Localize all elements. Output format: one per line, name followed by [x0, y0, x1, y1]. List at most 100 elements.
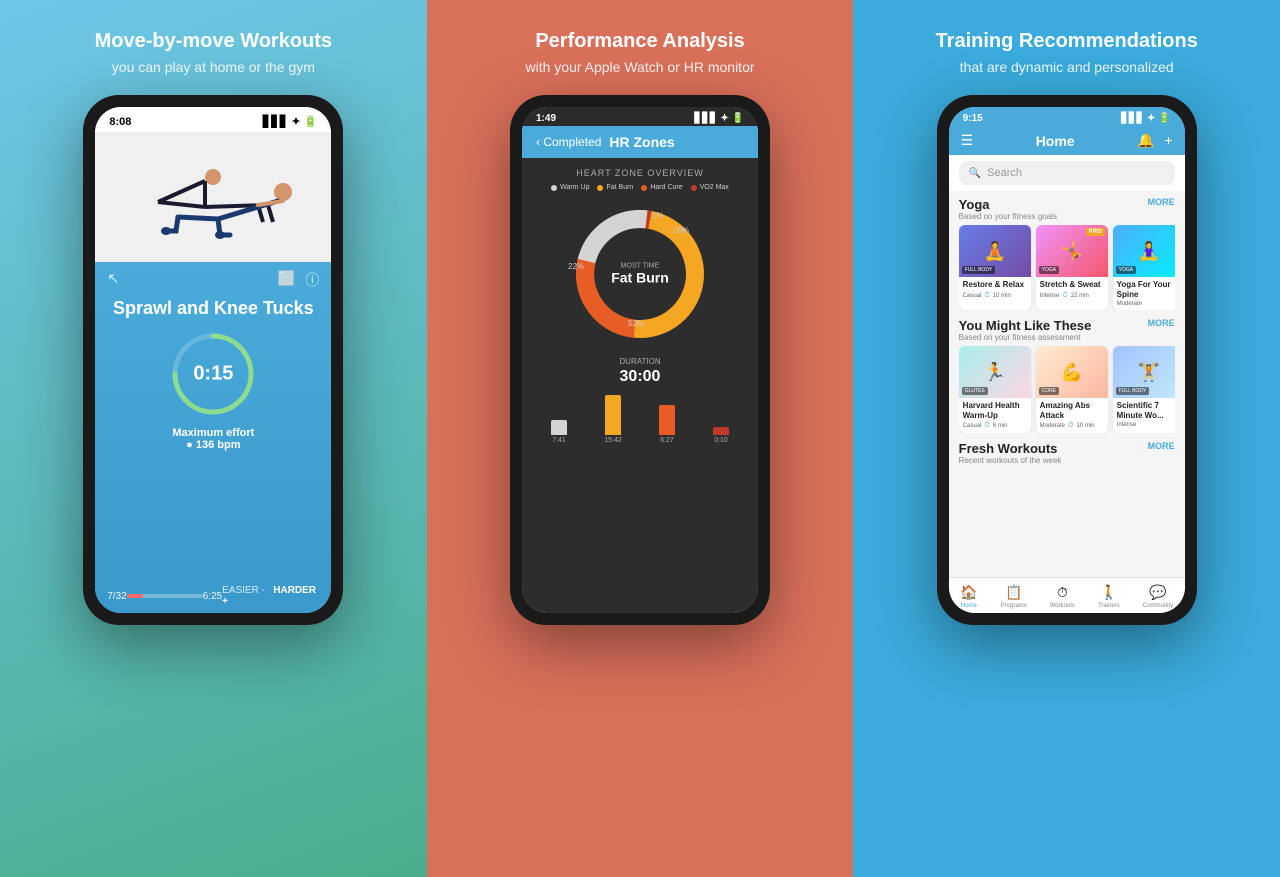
legend-hardcore: Hard Core: [641, 184, 682, 191]
duration-display: 6:25: [203, 591, 222, 602]
bar-hardcore-label: 6:27: [660, 437, 674, 444]
bar-fatburn: 15:42: [588, 395, 638, 444]
progress-fill: [127, 594, 144, 598]
card-harvard-time: 6 min: [993, 423, 1008, 429]
clock-icon-1: ⏱: [984, 292, 989, 300]
bar-vo2max-fill: [713, 427, 729, 435]
pct-52: 52%: [628, 319, 644, 328]
fresh-title: Fresh Workouts: [959, 441, 1062, 456]
bell-icon[interactable]: 🔔: [1137, 132, 1154, 149]
card-restore-meta: Casual ⏱ 10 min: [963, 292, 1027, 300]
fresh-section-header: Fresh Workouts Recent workouts of the we…: [959, 441, 1175, 465]
card-sci-level: Intense: [1117, 422, 1137, 428]
community-icon: 💬: [1149, 584, 1166, 601]
nav-workouts[interactable]: ⏱ Workouts: [1050, 584, 1075, 609]
bar-warmup-label: 7:41: [552, 437, 566, 444]
like-subtitle: Based on your fitness assessment: [959, 333, 1092, 342]
screen-title: HR Zones: [609, 134, 674, 150]
yoga-cards: 🧘 FULL BODY Restore & Relax Casual ⏱ 10 …: [959, 225, 1175, 310]
nav-community[interactable]: 💬 Community: [1143, 584, 1173, 609]
phone-2-body: HEART ZONE OVERVIEW Warm Up Fat Burn Har…: [522, 158, 758, 613]
hardcore-dot: [641, 185, 647, 191]
clock-icon-2: ⏱: [1062, 292, 1067, 300]
nav-community-label: Community: [1143, 603, 1173, 609]
card-stretch-tag: YOGA: [1039, 266, 1059, 274]
share-icon[interactable]: ⬜: [278, 270, 295, 290]
yoga-more[interactable]: MORE: [1148, 197, 1175, 207]
card-restore-tag: FULL BODY: [962, 266, 996, 274]
fresh-more[interactable]: MORE: [1148, 441, 1175, 451]
card-stretch-image: 🤸 PRO YOGA: [1036, 225, 1108, 277]
progress-display: 7/32: [107, 591, 126, 602]
card-sci-image: 🏋️ FULL BODY: [1113, 346, 1175, 398]
most-time-label: MOST TIME: [611, 263, 669, 270]
card-abs-time: 10 min: [1077, 423, 1095, 429]
phone-3-navbar: ☰ Home 🔔 +: [949, 126, 1185, 155]
panel-3-subtitle: that are dynamic and personalized: [960, 59, 1174, 75]
panel-training: Training Recommendations that are dynami…: [853, 0, 1280, 877]
donut-chart: MOST TIME Fat Burn 1% 22% 26% 52%: [565, 199, 715, 349]
difficulty-controls: EASIER - HARDER +: [222, 585, 319, 607]
card-abs[interactable]: 💪 CORE Amazing Abs Attack Moderate ⏱ 10 …: [1036, 346, 1108, 433]
phone-1-exercise-image: [95, 132, 331, 262]
search-icon: 🔍: [969, 168, 981, 179]
card-spine-title: Yoga For Your Spine: [1117, 280, 1175, 299]
warmup-label: Warm Up: [560, 184, 589, 191]
duration-time: 30:00: [620, 368, 661, 386]
search-bar[interactable]: 🔍 Search: [959, 161, 1175, 185]
card-harvard[interactable]: 🏃 GLUTES Harvard Health Warm-Up Casual ⏱…: [959, 346, 1031, 433]
panel-3-title: Training Recommendations: [936, 30, 1198, 53]
info-icon[interactable]: ⓘ: [305, 270, 319, 290]
panel-2-subtitle: with your Apple Watch or HR monitor: [526, 59, 755, 75]
phone-2-signals: ▋▋▋ ✦ 🔋: [695, 113, 744, 124]
menu-icon[interactable]: ☰: [961, 132, 974, 149]
pct-26: 26%: [673, 226, 689, 235]
fatburn-dot: [597, 185, 603, 191]
card-harvard-image: 🏃 GLUTES: [959, 346, 1031, 398]
card-harvard-level: Casual: [963, 423, 982, 429]
easier-label[interactable]: EASIER -: [222, 585, 265, 596]
phone-3-body: Yoga Based on your fitness goals MORE 🧘 …: [949, 191, 1185, 577]
pct-1: 1%: [652, 211, 664, 220]
back-button[interactable]: ‹ Completed: [536, 135, 601, 149]
effort-display: Maximum effort ● 136 bpm: [172, 427, 254, 451]
nav-trainers[interactable]: 🚶 Trainers: [1098, 584, 1120, 609]
nav-workouts-label: Workouts: [1050, 603, 1075, 609]
back-icon[interactable]: ↖: [107, 270, 119, 290]
panel-performance: Performance Analysis with your Apple Wat…: [427, 0, 854, 877]
nav-title: Home: [1036, 133, 1075, 149]
card-abs-image: 💪 CORE: [1036, 346, 1108, 398]
workouts-icon: ⏱: [1057, 584, 1068, 601]
phone-3: 9:15 ▋▋▋ ✦ 🔋 ☰ Home 🔔 + 🔍 Search Y: [937, 95, 1197, 625]
card-restore-relax[interactable]: 🧘 FULL BODY Restore & Relax Casual ⏱ 10 …: [959, 225, 1031, 310]
home-icon: 🏠: [960, 584, 977, 601]
card-yoga-spine[interactable]: 🧘‍♀️ YOGA Yoga For Your Spine Moderate: [1113, 225, 1175, 310]
card-scientific[interactable]: 🏋️ FULL BODY Scientific 7 Minute Wo... I…: [1113, 346, 1175, 433]
legend-warmup: Warm Up: [551, 184, 589, 191]
fresh-subtitle: Recent workouts of the week: [959, 456, 1062, 465]
hardcore-label: Hard Core: [650, 184, 682, 191]
phone-3-signals: ▋▋▋ ✦ 🔋: [1121, 113, 1170, 124]
add-icon[interactable]: +: [1164, 132, 1172, 149]
like-title: You Might Like These: [959, 318, 1092, 333]
phone-1-workout-section: ↖ ⬜ ⓘ Sprawl and Knee Tucks 0:15: [95, 262, 331, 579]
phone-2-statusbar: 1:49 ▋▋▋ ✦ 🔋: [522, 107, 758, 126]
fatburn-label: Fat Burn: [606, 184, 633, 191]
hr-legend: Warm Up Fat Burn Hard Core VO2 Max: [551, 184, 729, 191]
phone-1-bottom-bar: 7/32 6:25 EASIER - HARDER +: [95, 579, 331, 613]
card-spine-image: 🧘‍♀️ YOGA: [1113, 225, 1175, 277]
phone-2-header: ‹ Completed HR Zones: [522, 126, 758, 158]
card-sci-meta: Intense: [1117, 422, 1175, 428]
vo2max-dot: [691, 185, 697, 191]
nav-trainers-label: Trainers: [1098, 603, 1120, 609]
like-more[interactable]: MORE: [1148, 318, 1175, 328]
card-stretch-time: 22 min: [1071, 293, 1089, 299]
phone-1-statusbar: 8:08 ▋▋▋ ✦ 🔋: [95, 107, 331, 132]
like-cards: 🏃 GLUTES Harvard Health Warm-Up Casual ⏱…: [959, 346, 1175, 433]
panel-workout: Move-by-move Workouts you can play at ho…: [0, 0, 427, 877]
card-stretch-sweat[interactable]: 🤸 PRO YOGA Stretch & Sweat Intense ⏱ 22 …: [1036, 225, 1108, 310]
bar-warmup-fill: [551, 420, 567, 435]
nav-programs[interactable]: 📋 Programs: [1001, 584, 1027, 609]
nav-home[interactable]: 🏠 Home: [960, 584, 977, 609]
duration-label: DURATION: [619, 357, 660, 366]
